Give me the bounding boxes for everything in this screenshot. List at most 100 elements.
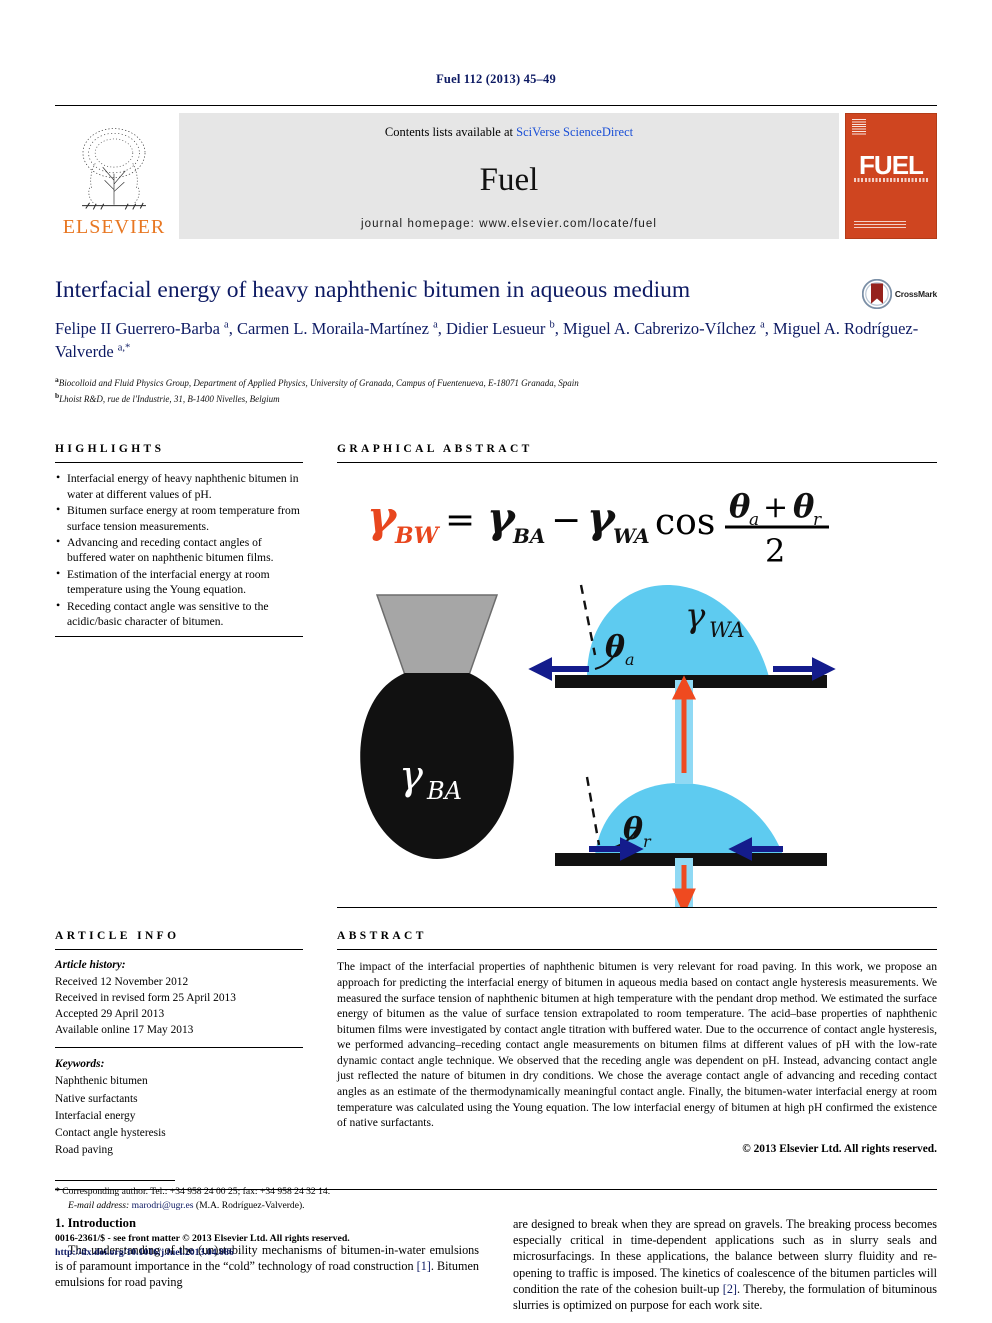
affiliation-item: bLhoist R&D, rue de l'Industrie, 31, B-1…	[55, 391, 280, 405]
footnote-line-1: * Corresponding author. Tel.: +34 958 24…	[55, 1185, 475, 1199]
footnote-corresponding-text: Corresponding author. Tel.: +34 958 24 0…	[62, 1186, 331, 1197]
fraction-denominator: 2	[765, 532, 785, 570]
advancing-drop-group: θ a γ WA	[528, 585, 836, 689]
elsevier-wordmark: ELSEVIER	[62, 216, 166, 238]
keyword-item: Native surfactants	[55, 1092, 138, 1105]
receding-drop-group: θ r	[555, 777, 827, 867]
gamma-bw-symbol: γ	[367, 492, 398, 543]
equation-group: γ BW = γ BA − γ WA cos θ a + θ r 2	[367, 487, 829, 570]
elsevier-logo: ELSEVIER	[55, 113, 173, 239]
abstract-text: The impact of the interfacial properties…	[337, 960, 937, 1130]
sciencedirect-link[interactable]: SciVerse ScienceDirect	[516, 125, 633, 139]
gamma-bw-subscript: BW	[394, 523, 441, 549]
keywords-block: Keywords: Naphthenic bitumen Native surf…	[55, 1048, 303, 1159]
equals-sign: =	[445, 500, 475, 541]
highlights-bottom-rule	[55, 636, 303, 638]
abstract-column: ABSTRACT The impact of the interfacial p…	[337, 930, 937, 1159]
issn-line: 0016-2361/$ - see front matter © 2013 El…	[55, 1233, 350, 1244]
email-address-link[interactable]: marodri@ugr.es	[132, 1200, 194, 1211]
list-item: Interfacial energy of heavy naphthenic b…	[55, 470, 303, 502]
highlights-graphical-grid: HIGHLIGHTS Interfacial energy of heavy n…	[55, 443, 937, 909]
author-list: Felipe II Guerrero-Barba a, Carmen L. Mo…	[55, 319, 919, 361]
doi-link[interactable]: http://dx.doi.org/10.1016/j.fuel.2013.04…	[55, 1246, 515, 1260]
highlight-text: Receding contact angle was sensitive to …	[67, 599, 269, 629]
highlight-text: Interfacial energy of heavy naphthenic b…	[67, 472, 299, 501]
colophon: 0016-2361/$ - see front matter © 2013 El…	[55, 1232, 515, 1260]
gamma-ba-drop-subscript: BA	[426, 777, 462, 805]
highlights-list: Interfacial energy of heavy naphthenic b…	[55, 470, 303, 630]
journal-cover-thumbnail: FUEL	[845, 113, 937, 239]
title-block: Interfacial energy of heavy naphthenic b…	[55, 277, 937, 407]
list-item: Estimation of the interfacial energy at …	[55, 566, 303, 598]
theta-r-symbol: θ	[793, 487, 815, 525]
footnote-star: *	[55, 1186, 60, 1197]
gamma-ba-subscript: BA	[512, 524, 545, 548]
article-info-column: ARTICLE INFO Article history: Received 1…	[55, 930, 303, 1159]
body-column-right: are designed to break when they are spre…	[513, 1216, 937, 1313]
crossmark-icon	[861, 279, 892, 309]
highlights-rule	[55, 462, 303, 464]
highlight-text: Estimation of the interfacial energy at …	[67, 567, 270, 597]
footnote-line-2: E-mail address: marodri@ugr.es (M.A. Rod…	[55, 1199, 475, 1213]
keyword-item: Road paving	[55, 1143, 113, 1156]
crossmark-label: CrossMark	[894, 289, 937, 299]
gamma-ba-drop-symbol: γ	[399, 753, 423, 799]
contents-prefix: Contents lists available at	[384, 125, 517, 139]
graphical-abstract-heading: GRAPHICAL ABSTRACT	[337, 443, 533, 456]
intro-paragraph-right: are designed to break when they are spre…	[513, 1217, 937, 1313]
history-item: Received in revised form 25 April 2013	[55, 991, 236, 1004]
journal-homepage-link[interactable]: journal homepage: www.elsevier.com/locat…	[361, 218, 657, 230]
keyword-item: Interfacial energy	[55, 1109, 136, 1122]
keyword-item: Naphthenic bitumen	[55, 1075, 148, 1088]
masthead-center-panel: Contents lists available at SciVerse Sci…	[179, 113, 839, 239]
bitumen-drop-shape	[360, 673, 514, 860]
highlight-text: Advancing and receding contact angles of…	[67, 536, 274, 565]
footnote-rule	[55, 1180, 175, 1181]
history-item: Received 12 November 2012	[55, 975, 189, 988]
journal-title: Fuel	[479, 161, 539, 198]
running-head: Fuel 112 (2013) 45–49	[436, 72, 556, 86]
list-item: Bitumen surface energy at room temperatu…	[55, 502, 303, 534]
theta-a-symbol: θ	[729, 487, 751, 525]
affiliation-text: Biocolloid and Fluid Physics Group, Depa…	[58, 377, 579, 388]
body-column-left: 1. Introduction The understanding of the…	[55, 1216, 479, 1313]
plus-sign: +	[763, 490, 788, 525]
abstract-copyright: © 2013 Elsevier Ltd. All rights reserved…	[742, 1142, 937, 1155]
history-item: Available online 17 May 2013	[55, 1024, 194, 1037]
gamma-wa-drop-subscript: WA	[709, 618, 745, 642]
theta-r-label-subscript: r	[643, 832, 652, 851]
abstract-heading: ABSTRACT	[337, 930, 427, 943]
cover-subtitle-rule	[854, 178, 928, 183]
minus-sign: −	[551, 500, 581, 541]
article-info-heading: ARTICLE INFO	[55, 930, 180, 943]
section-heading-introduction: 1. Introduction	[55, 1216, 136, 1231]
graphical-abstract-column: GRAPHICAL ABSTRACT γ BW = γ BA − γ WA co…	[337, 443, 937, 909]
keyword-item: Contact angle hysteresis	[55, 1126, 166, 1139]
list-item: Receding contact angle was sensitive to …	[55, 598, 303, 630]
affiliation-text: Lhoist R&D, rue de l'Industrie, 31, B-14…	[59, 394, 280, 405]
email-owner-text: (M.A. Rodríguez-Valverde).	[195, 1199, 305, 1211]
email-address-label: E-mail address:	[68, 1199, 130, 1211]
articleinfo-abstract-grid: ARTICLE INFO Article history: Received 1…	[55, 930, 937, 1159]
affiliation-item: aBiocolloid and Fluid Physics Group, Dep…	[55, 374, 579, 388]
list-item: Advancing and receding contact angles of…	[55, 534, 303, 566]
highlight-text: Bitumen surface energy at room temperatu…	[67, 504, 300, 533]
keywords-label: Keywords:	[55, 1058, 105, 1071]
cover-title: FUEL	[859, 149, 924, 180]
theta-a-label: θ	[605, 630, 625, 665]
crossmark-badge[interactable]: CrossMark	[861, 279, 937, 309]
graphical-abstract-bottom-rule	[337, 907, 937, 909]
contents-available-line: Contents lists available at SciVerse Sci…	[385, 125, 633, 140]
pendant-drop-group: γ BA	[360, 594, 514, 860]
journal-masthead: ELSEVIER Contents lists available at Sci…	[55, 105, 937, 239]
cos-operator: cos	[655, 502, 715, 543]
highlights-column: HIGHLIGHTS Interfacial energy of heavy n…	[55, 443, 303, 908]
cover-footer-rule	[854, 221, 906, 229]
graphical-abstract-figure: γ BW = γ BA − γ WA cos θ a + θ r 2 γ BA …	[337, 477, 937, 908]
graphical-abstract-svg: γ BW = γ BA − γ WA cos θ a + θ r 2 γ BA …	[360, 487, 836, 908]
cover-elsevier-mark-icon	[852, 119, 866, 135]
elsevier-tree-icon	[82, 128, 146, 210]
page-title: Interfacial energy of heavy naphthenic b…	[55, 277, 691, 303]
theta-a-label-subscript: a	[625, 650, 635, 669]
highlights-heading: HIGHLIGHTS	[55, 443, 165, 456]
